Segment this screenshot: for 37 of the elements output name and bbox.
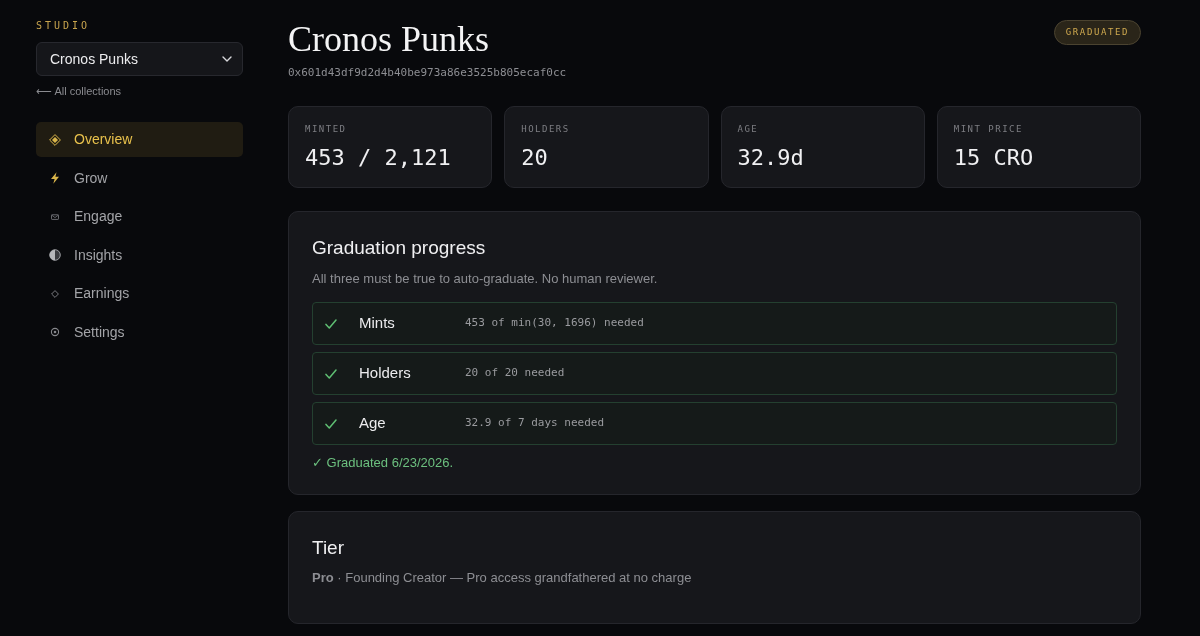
- stat-label: HOLDERS: [521, 123, 571, 135]
- stat-label: MINTED: [305, 123, 348, 135]
- nav-item[interactable]: Grow: [36, 160, 243, 196]
- stat-label: MINT PRICE: [953, 123, 1024, 135]
- stat-value: 20: [521, 145, 549, 171]
- criterion-name: Age: [359, 413, 387, 434]
- nav-item[interactable]: Earnings: [36, 276, 243, 311]
- nav-item[interactable]: Settings: [36, 314, 243, 350]
- stat-value: 32.9d: [737, 145, 805, 171]
- half-circle-icon: [49, 249, 61, 261]
- card-title: Tier: [312, 536, 346, 560]
- stat-value: 453 / 2,121: [305, 145, 452, 171]
- lightning-icon: [49, 172, 61, 184]
- status-badge: GRADUATED: [1053, 20, 1141, 45]
- criterion-detail: 20 of 20 needed: [465, 365, 565, 382]
- criterion-detail: 453 of min(30, 1696) needed: [465, 315, 644, 332]
- tier-description: Pro · Founding Creator — Pro access grandfathered at no charge: [312, 569, 693, 587]
- diamond-icon: [49, 133, 61, 146]
- stat-value: 15 CRO: [953, 145, 1035, 171]
- nav-item[interactable]: Insights: [36, 237, 243, 273]
- diamond-outline-icon: [49, 287, 61, 300]
- card-description: All three must be true to auto-graduate. No human reviewer.: [312, 270, 659, 288]
- contract-address: 0x601d43df9d2d4b40be973a86e3525b805ecaf0cc: [288, 66, 567, 80]
- criterion-name: Holders: [359, 363, 412, 384]
- gear-icon: [49, 326, 61, 338]
- chevron-down-icon: [222, 56, 232, 62]
- nav-item[interactable]: Engage: [36, 199, 243, 234]
- collection-title: Cronos Punks: [288, 20, 491, 58]
- criterion-detail: 32.9 of 7 days needed: [465, 415, 605, 432]
- graduation-status: ✓ Graduated 6/23/2026.: [312, 454, 455, 472]
- collection-select[interactable]: Cronos Punks: [36, 42, 243, 76]
- nav-item[interactable]: Overview: [36, 122, 243, 157]
- back-link[interactable]: ⟵ All collections: [36, 84, 243, 98]
- criterion-name: Mints: [359, 313, 396, 334]
- stat-label: AGE: [737, 123, 760, 135]
- section-label: STUDIO: [36, 20, 92, 32]
- card-title: Graduation progress: [312, 236, 487, 260]
